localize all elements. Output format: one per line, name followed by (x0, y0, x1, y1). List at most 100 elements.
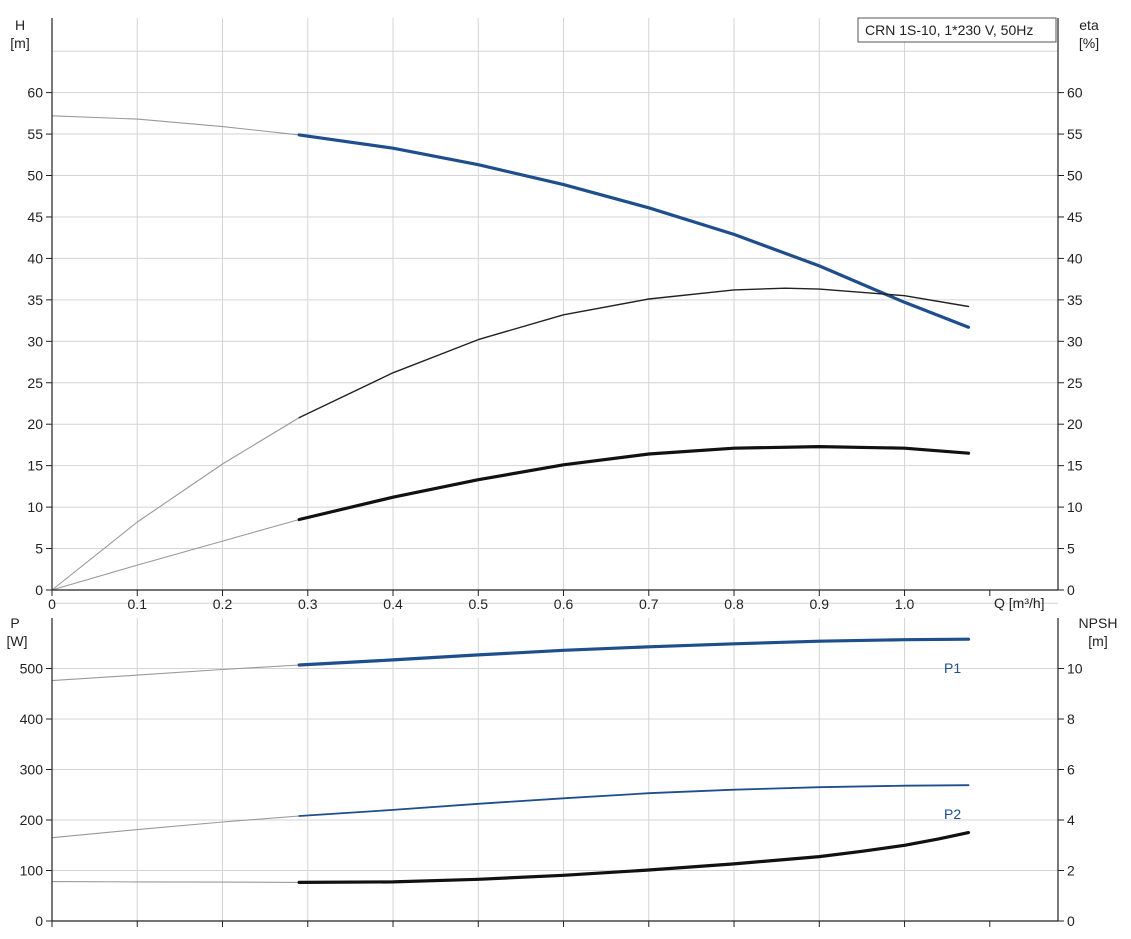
top-right-tick-label-6: 30 (1067, 333, 1083, 349)
top-series-1-point-11 (904, 295, 905, 296)
bottom-series-2-point-8 (733, 863, 734, 864)
bottom-series-0-point-6 (563, 650, 564, 651)
top-series-2-point-3 (299, 519, 300, 520)
top-x-tick-label-2: 0.2 (213, 596, 233, 612)
top-right-tick-label-7: 35 (1067, 292, 1083, 308)
top-left-tick-label-6: 30 (27, 333, 43, 349)
top-left-tick-label-4: 20 (27, 416, 43, 432)
top-x-tick-label-1: 0.1 (128, 596, 148, 612)
top-chart-series (51, 115, 971, 591)
bottom-series-2-point-1 (137, 881, 138, 882)
top-series-0-point-8 (733, 234, 734, 235)
top-series-2-point-5 (478, 479, 479, 480)
bottom-series-2-point-11 (904, 845, 905, 846)
bottom-series-2-point-12 (938, 838, 939, 839)
top-right-tick-label-2: 10 (1067, 499, 1083, 515)
bottom-series-2-point-13 (968, 832, 969, 833)
top-left-tick-label-1: 5 (35, 541, 43, 557)
top-x-tick-label-7: 0.7 (639, 596, 659, 612)
top-left-tick-label-8: 40 (27, 250, 43, 266)
top-series-2-point-8 (733, 448, 734, 449)
bottom-left-tick-label-2: 200 (20, 812, 44, 828)
x-axis-label: Q [m³/h] (994, 595, 1045, 611)
top-series-0-point-7 (648, 207, 649, 208)
bottom-left-tick-label-3: 300 (20, 762, 44, 778)
bottom-left-axis-label-1: P (10, 615, 19, 631)
top-series-0-point-1 (137, 119, 138, 120)
bottom-series-1-point-11 (968, 785, 969, 786)
bottom-series-0-point-7 (648, 646, 649, 647)
bottom-series-1-point-3 (299, 815, 300, 816)
top-right-axis-label-1: eta (1079, 17, 1099, 33)
top-series-1-point-1 (137, 521, 138, 522)
bottom-series-0-point-3 (299, 664, 300, 665)
bottom-series-0-point-1 (137, 675, 138, 676)
top-series-0-point-4 (392, 148, 393, 149)
top-left-tick-label-5: 25 (27, 375, 43, 391)
top-x-tick-label-6: 0.6 (554, 596, 574, 612)
top-series-1-line (298, 287, 970, 419)
top-series-2-point-1 (137, 565, 138, 566)
top-series-1-point-7 (648, 298, 649, 299)
top-series-1-point-3 (299, 417, 300, 418)
top-series-1-point-4 (392, 372, 393, 373)
bottom-series-0-point-10 (904, 639, 905, 640)
bottom-series-2-line (297, 830, 971, 885)
pump-curve-chart: 0 0.1 0.2 0.3 0.4 0.5 0.6 0.7 0.8 0.9 1.0051015202… (7, 17, 1118, 929)
bottom-series-2-point-2 (222, 882, 223, 883)
top-series-2-point-11 (968, 453, 969, 454)
bottom-right-axis-label-2: [m] (1088, 633, 1107, 649)
bottom-right-tick-label-5: 10 (1067, 661, 1083, 677)
top-x-tick-label-4: 0.4 (383, 596, 403, 612)
top-series-2-point-10 (904, 448, 905, 449)
top-x-tick-label-5: 0.5 (469, 596, 489, 612)
top-left-tick-label-7: 35 (27, 292, 43, 308)
top-right-axis-label-2: [%] (1079, 35, 1099, 51)
top-right-tick-label-0: 0 (1067, 582, 1075, 598)
top-series-1-point-9 (785, 288, 786, 289)
top-left-tick-label-0: 0 (35, 582, 43, 598)
top-series-2-extended (51, 518, 300, 591)
bottom-series-2-point-5 (478, 879, 479, 880)
top-left-tick-label-11: 55 (27, 126, 43, 142)
bottom-series-0-extended (51, 664, 300, 682)
top-right-tick-label-9: 45 (1067, 209, 1083, 225)
bottom-series-0-point-8 (733, 643, 734, 644)
top-right-tick-label-12: 60 (1067, 85, 1083, 101)
bottom-series-1-point-5 (478, 803, 479, 804)
top-left-tick-label-2: 10 (27, 499, 43, 515)
top-x-tick-label-10: 1.0 (895, 596, 915, 612)
top-x-tick-label-9: 0.9 (810, 596, 830, 612)
top-series-1-point-5 (478, 339, 479, 340)
top-series-1-point-6 (563, 314, 564, 315)
top-right-tick-label-1: 5 (1067, 541, 1075, 557)
bottom-series-1-extended (51, 815, 300, 839)
bottom-right-tick-label-3: 6 (1067, 762, 1075, 778)
bottom-series-0-point-2 (222, 669, 223, 670)
top-left-axis-label-2: [m] (10, 35, 29, 51)
top-right-tick-label-3: 15 (1067, 458, 1083, 474)
series-label-p2: P2 (944, 806, 961, 822)
top-chart-axes: 0 0.1 0.2 0.3 0.4 0.5 0.6 0.7 0.8 0.9 1.0 0 5 10 15 20 2… (27, 18, 1083, 612)
top-series-2-point-4 (392, 497, 393, 498)
bottom-series-0-point-9 (819, 641, 820, 642)
bottom-series-2-point-7 (648, 869, 649, 870)
bottom-series-0-line (297, 637, 971, 667)
top-series-0-line (297, 133, 971, 329)
top-x-tick-label-8: 0.8 (724, 596, 744, 612)
bottom-right-tick-label-4: 8 (1067, 711, 1075, 727)
top-series-1-point-12 (968, 306, 969, 307)
bottom-series-2-point-9 (819, 856, 820, 857)
top-x-tick-label-0: 0 (48, 596, 56, 612)
bottom-right-axis-label-1: NPSH (1079, 615, 1118, 631)
top-right-tick-label-11: 55 (1067, 126, 1083, 142)
bottom-left-tick-label-4: 400 (20, 711, 44, 727)
top-series-1-point-2 (222, 463, 223, 464)
top-series-2-point-2 (222, 541, 223, 542)
bottom-series-1-point-8 (733, 789, 734, 790)
bottom-chart-series (51, 637, 971, 885)
top-series-2-point-6 (563, 464, 564, 465)
bottom-series-1-point-10 (904, 785, 905, 786)
bottom-series-0-point-5 (478, 654, 479, 655)
chart-labels: CRN 1S-10, 1*230 V, 50Hz H [m] eta [%] Q… (7, 17, 1118, 822)
